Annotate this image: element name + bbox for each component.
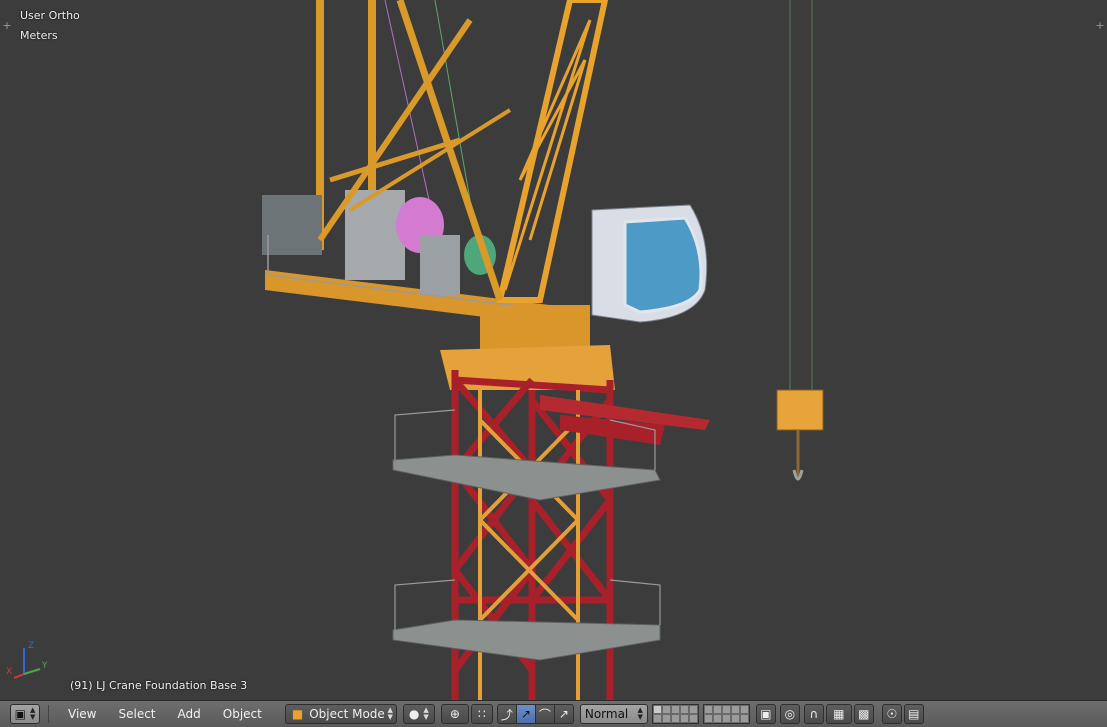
pivot-point-button[interactable]: ⊕ <box>440 704 469 724</box>
circle-target-icon: ◎ <box>784 707 796 721</box>
crane-scene <box>262 0 824 700</box>
pivot-point-icon: ⊕ <box>449 707 460 721</box>
axis-gizmo: Z Y X <box>6 641 48 679</box>
viewport-shading-button[interactable]: ● ▲ ▼ <box>402 704 435 724</box>
editor-type-button[interactable]: ▣ ▲ ▼ <box>10 704 40 724</box>
magnet-icon: ∩ <box>809 707 819 721</box>
menu-view[interactable]: View <box>57 707 107 721</box>
menu-object[interactable]: Object <box>212 707 273 721</box>
object-mode-cube-icon: ■ <box>291 707 304 721</box>
region-expand-right-icon[interactable]: + <box>1094 20 1106 32</box>
axis-y-label: Y <box>41 661 48 671</box>
3d-view-header: ▣ ▲ ▼ View Select Add Object ■ Object Mod… <box>0 700 1107 727</box>
translate-manipulator-button[interactable]: ↗ <box>515 704 536 724</box>
proportional-edit-button[interactable]: ∷ <box>470 704 493 724</box>
transform-orientation-select[interactable]: Normal ▲ ▼ <box>579 704 648 724</box>
snap-increment-icon: ▦ <box>833 707 845 721</box>
rotate-arc-icon: ⌒ <box>538 707 551 722</box>
scale-arrow-icon: ↗ <box>558 707 569 721</box>
grid-dots-icon: ∷ <box>478 707 486 721</box>
view-mode-label: User Ortho <box>20 9 80 22</box>
3d-view-cube-icon: ▣ <box>14 707 26 721</box>
mode-label: Object Mode <box>309 707 385 721</box>
orientation-label: Normal <box>584 707 629 721</box>
snap-toggle-button[interactable]: ∩ <box>803 704 824 724</box>
region-expand-left-icon[interactable]: + <box>1 20 13 32</box>
render-still-button[interactable]: ☉ <box>881 704 902 724</box>
render-animation-button[interactable]: ▤ <box>903 704 924 724</box>
3d-viewport[interactable]: User Ortho Meters + + Z Y X (91) LJ Cran… <box>0 0 1107 700</box>
header-divider <box>48 705 49 723</box>
layers-group-1[interactable] <box>651 704 699 724</box>
chevron-updown-icon: ▲ ▼ <box>637 706 643 721</box>
transform-manipulator-icon: ⤴ <box>500 707 513 722</box>
mode-select[interactable]: ■ Object Mode ▲ ▼ <box>284 704 397 724</box>
menu-select[interactable]: Select <box>107 707 166 721</box>
snap-target-icon: ▩ <box>858 707 870 721</box>
menu-add[interactable]: Add <box>167 707 212 721</box>
axis-x-label: X <box>6 667 12 677</box>
units-label: Meters <box>20 29 58 42</box>
chevron-updown-icon: ▲ ▼ <box>29 706 36 721</box>
lock-icon: ▣ <box>760 707 772 721</box>
axis-z-label: Z <box>28 641 34 651</box>
camera-icon: ☉ <box>886 707 898 721</box>
snap-target-button[interactable]: ▩ <box>853 704 874 724</box>
proportional-editing-button[interactable]: ◎ <box>779 704 800 724</box>
snap-element-button[interactable]: ▦ <box>825 704 852 724</box>
chevron-updown-icon: ▲ ▼ <box>387 706 393 721</box>
clapper-icon: ▤ <box>908 707 920 721</box>
rotate-manipulator-button[interactable]: ⌒ <box>534 704 555 724</box>
manipulator-toggle[interactable]: ⤴ <box>496 704 517 724</box>
manipulator-group: ⤴ ↗ ⌒ ↗ <box>496 704 574 724</box>
solid-sphere-icon: ● <box>408 707 420 721</box>
chevron-updown-icon: ▲ ▼ <box>423 706 429 721</box>
object-info-label: (91) LJ Crane Foundation Base 3 <box>70 679 248 692</box>
layers-group-2[interactable] <box>702 704 750 724</box>
scale-manipulator-button[interactable]: ↗ <box>553 704 574 724</box>
arrow-diagonal-icon: ↗ <box>520 707 531 721</box>
lock-camera-button[interactable]: ▣ <box>755 704 776 724</box>
